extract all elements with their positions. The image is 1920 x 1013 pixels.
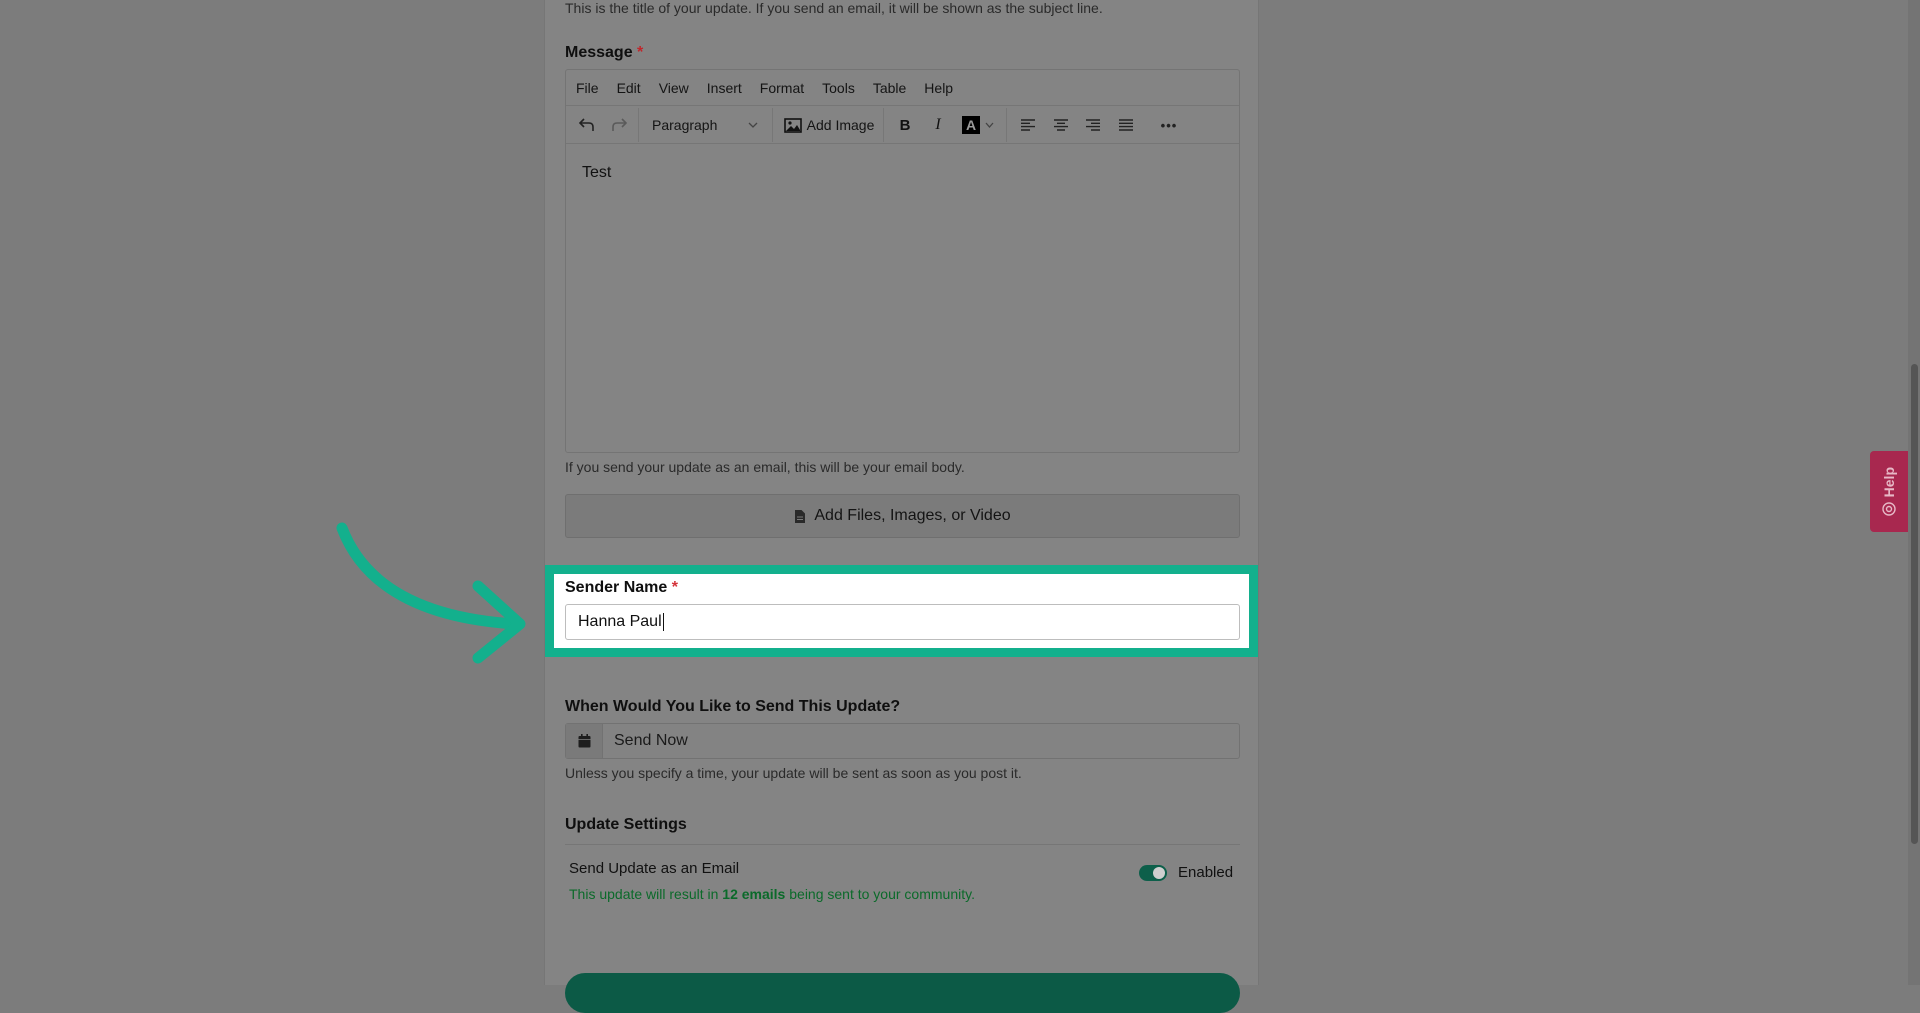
email-count-suffix: being sent to your community. [785, 886, 975, 902]
toolbar-separator [772, 108, 773, 142]
add-image-label: Add Image [806, 117, 875, 133]
align-justify-button[interactable] [1113, 106, 1139, 144]
toggle-knob [1153, 867, 1165, 879]
schedule-help-text: Unless you specify a time, your update w… [565, 765, 1022, 781]
rich-text-editor: File Edit View Insert Format Tools Table… [565, 69, 1240, 453]
send-email-label: Send Update as an Email [569, 860, 740, 877]
menu-edit[interactable]: Edit [617, 80, 641, 96]
image-icon [783, 117, 802, 133]
italic-icon: I [935, 116, 941, 133]
redo-icon [612, 118, 628, 131]
settings-heading: Update Settings [565, 816, 687, 833]
sender-name-label: Sender Name * [565, 579, 678, 597]
align-right-button[interactable] [1080, 106, 1106, 144]
schedule-field[interactable]: Send Now [565, 723, 1240, 759]
menu-file[interactable]: File [576, 80, 599, 96]
lifebuoy-icon [1882, 501, 1896, 516]
editor-menubar: File Edit View Insert Format Tools Table… [566, 70, 1239, 106]
menu-insert[interactable]: Insert [707, 80, 742, 96]
align-left-icon [1021, 119, 1035, 131]
font-color-button[interactable]: A [958, 106, 998, 144]
calendar-button[interactable] [566, 724, 603, 758]
email-count-note: This update will result in 12 emails bei… [569, 886, 975, 902]
font-color-icon: A [962, 116, 980, 134]
menu-help[interactable]: Help [924, 80, 953, 96]
arrow-annotation-icon [336, 522, 526, 664]
toolbar-separator [1006, 108, 1007, 142]
message-label: Message * [565, 44, 643, 62]
undo-button[interactable] [574, 106, 600, 144]
sender-required-mark: * [671, 579, 678, 596]
align-center-icon [1054, 119, 1068, 131]
block-format-value: Paragraph [652, 117, 718, 133]
menu-view[interactable]: View [659, 80, 689, 96]
menu-tools[interactable]: Tools [822, 80, 855, 96]
sender-name-value: Hanna Paul [578, 613, 662, 630]
sender-name-label-text: Sender Name [565, 579, 668, 596]
schedule-label: When Would You Like to Send This Update? [565, 698, 901, 715]
message-required-mark: * [637, 44, 644, 61]
undo-icon [578, 118, 594, 131]
add-image-button[interactable]: Add Image [776, 106, 882, 144]
sender-name-input[interactable]: Hanna Paul [565, 604, 1240, 640]
schedule-value: Send Now [614, 732, 688, 749]
align-left-button[interactable] [1015, 106, 1041, 144]
settings-divider [565, 844, 1240, 845]
calendar-icon [578, 734, 590, 748]
help-tab-label: Help [1881, 467, 1897, 498]
editor-toolbar: Paragraph Add Image B I A ••• [566, 106, 1239, 144]
scrollbar-thumb[interactable] [1911, 364, 1918, 844]
send-email-toggle[interactable] [1139, 865, 1167, 881]
toolbar-separator [638, 108, 639, 142]
menu-format[interactable]: Format [760, 80, 804, 96]
email-count-value: 12 emails [722, 886, 786, 902]
submit-button[interactable] [565, 973, 1240, 1013]
block-format-select[interactable]: Paragraph [642, 106, 770, 144]
chevron-down-icon [748, 122, 758, 128]
message-help-text: If you send your update as an email, thi… [565, 459, 965, 475]
align-right-icon [1086, 119, 1100, 131]
align-center-button[interactable] [1048, 106, 1074, 144]
add-files-button[interactable]: Add Files, Images, or Video [565, 494, 1240, 538]
file-icon [795, 509, 806, 523]
editor-content[interactable]: Test [582, 164, 611, 182]
toggle-state-label: Enabled [1178, 864, 1234, 881]
email-count-prefix: This update will result in [569, 886, 723, 902]
align-justify-icon [1119, 119, 1133, 131]
chevron-down-icon [985, 122, 994, 128]
redo-button[interactable] [606, 106, 632, 144]
more-toolbar-button[interactable]: ••• [1152, 106, 1186, 144]
message-label-text: Message [565, 44, 633, 61]
toolbar-separator [883, 108, 884, 142]
bold-icon: B [899, 116, 911, 134]
more-icon: ••• [1160, 117, 1178, 133]
add-files-label: Add Files, Images, or Video [814, 507, 1011, 524]
text-caret [662, 613, 664, 631]
italic-button[interactable]: I [924, 106, 952, 144]
bold-button[interactable]: B [891, 106, 919, 144]
page-scrollbar[interactable] [1908, 0, 1920, 985]
title-help-text: This is the title of your update. If you… [565, 0, 1103, 16]
menu-table[interactable]: Table [873, 80, 906, 96]
help-tab[interactable]: Help [1870, 451, 1908, 532]
